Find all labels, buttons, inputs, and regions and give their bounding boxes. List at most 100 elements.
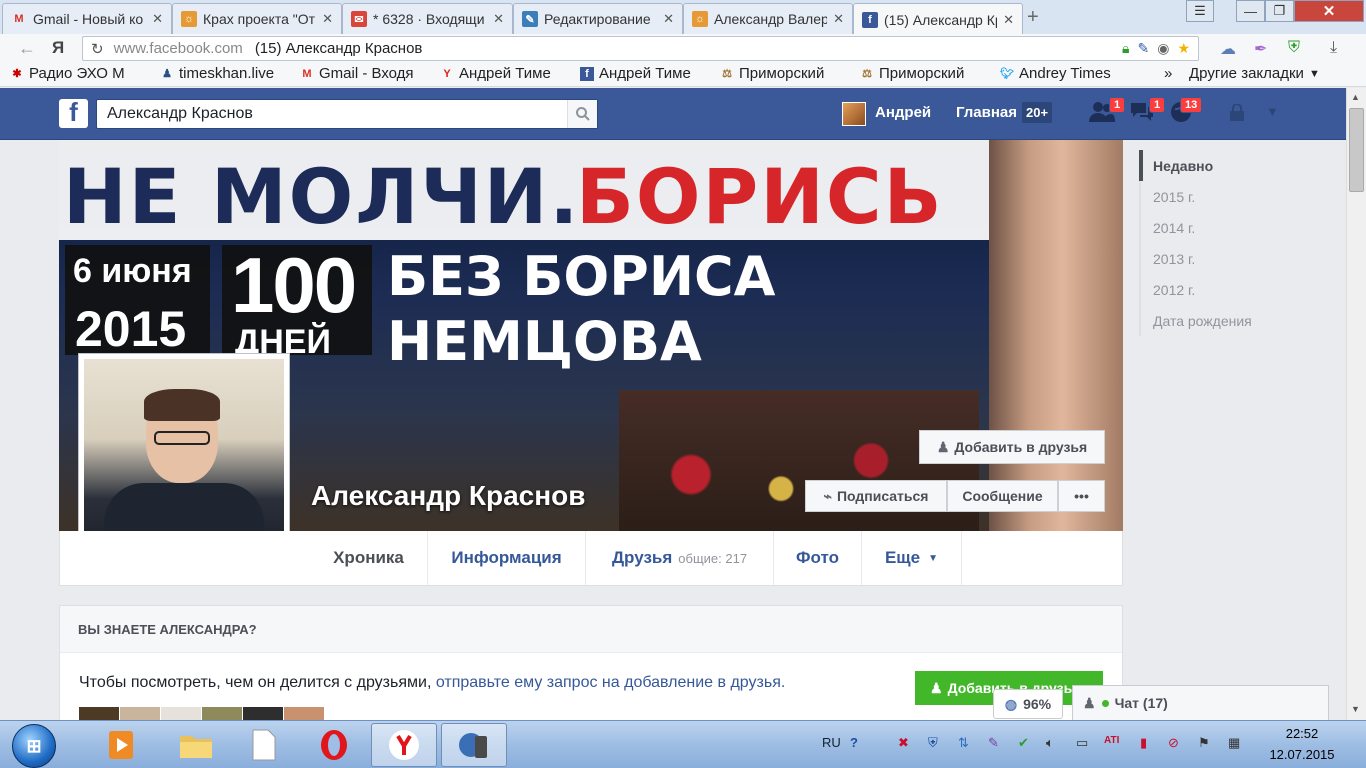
close-icon[interactable]: ✕: [152, 11, 163, 27]
new-tab-button[interactable]: +: [1027, 6, 1039, 29]
document-icon[interactable]: [233, 723, 295, 767]
network-tray-icon[interactable]: ⇅: [958, 735, 969, 751]
scrubber-2015[interactable]: 2015 г.: [1139, 181, 1279, 212]
scrubber-2012[interactable]: 2012 г.: [1139, 274, 1279, 305]
opera-icon[interactable]: [303, 723, 365, 767]
close-window-button[interactable]: ✕: [1294, 0, 1364, 22]
clock-date[interactable]: 12.07.2015: [1266, 747, 1338, 762]
blog-icon: ✎: [522, 11, 538, 27]
privacy-lock-icon[interactable]: [1228, 103, 1250, 125]
bookmark-item[interactable]: 🐦︎ Andrey Times: [1000, 65, 1128, 82]
shield-icon[interactable]: ⛨: [1288, 39, 1300, 57]
scrubber-2013[interactable]: 2013 г.: [1139, 243, 1279, 274]
bookmarks-overflow-button[interactable]: »: [1164, 65, 1172, 82]
other-bookmarks-button[interactable]: Другие закладки ▼: [1189, 65, 1320, 82]
bookmark-item[interactable]: ⚖ Приморский: [720, 65, 850, 82]
tab-alexandr[interactable]: ☼ Александр Валер ✕: [683, 3, 853, 34]
more-options-button[interactable]: •••: [1058, 480, 1105, 512]
shield-tray-icon[interactable]: ⛨: [928, 735, 938, 751]
scroll-up-icon[interactable]: ▲: [1351, 92, 1360, 102]
feather-icon[interactable]: ✒: [1254, 39, 1267, 59]
bookmark-item[interactable]: ⚖ Приморский: [860, 65, 990, 82]
ati-icon[interactable]: ATI: [1104, 735, 1119, 746]
chat-bar[interactable]: ♟ Чат (17): [1072, 685, 1329, 721]
close-icon[interactable]: ✕: [663, 11, 674, 27]
window-menu-button[interactable]: ☰: [1186, 0, 1214, 22]
search-button[interactable]: [567, 100, 597, 128]
antivirus-icon[interactable]: ✖: [898, 735, 909, 751]
tab-photos[interactable]: Фото: [774, 531, 862, 585]
close-icon[interactable]: ✕: [833, 11, 844, 27]
tab-krah[interactable]: ☼ Крах проекта "От ✕: [172, 3, 342, 34]
tab-about[interactable]: Информация: [428, 531, 586, 585]
message-button[interactable]: Сообщение: [947, 480, 1058, 512]
profile-name[interactable]: Александр Краснов: [311, 480, 585, 512]
bookmark-item[interactable]: f Андрей Тиме: [580, 65, 708, 82]
tab-edit[interactable]: ✎ Редактирование ✕: [513, 3, 683, 34]
mutual-friend-thumb[interactable]: [120, 707, 160, 721]
mutual-friend-thumb[interactable]: [284, 707, 324, 721]
reload-icon[interactable]: ↻: [91, 40, 104, 58]
mutual-friend-thumb[interactable]: [202, 707, 242, 721]
bookmark-item[interactable]: M Gmail - Входя: [300, 65, 428, 82]
address-bar[interactable]: ↻ www.facebook.com (15) Александр Красно…: [82, 36, 1199, 61]
windows-start-button[interactable]: ⊞: [12, 724, 56, 768]
app-tray-icon[interactable]: ✎: [988, 735, 999, 751]
close-icon[interactable]: ✕: [493, 11, 504, 27]
explorer-folder-icon[interactable]: [165, 723, 227, 767]
zoom-indicator[interactable]: ◍ 96%: [993, 689, 1063, 719]
clock-time[interactable]: 22:52: [1270, 726, 1334, 741]
subscribe-button[interactable]: ⌁ Подписаться: [805, 480, 947, 512]
volume-icon[interactable]: 🔈︎: [1046, 735, 1054, 751]
scrollbar-thumb[interactable]: [1349, 108, 1364, 192]
help-icon[interactable]: ?: [850, 735, 858, 750]
avatar[interactable]: [842, 102, 866, 126]
vertical-scrollbar[interactable]: ▲ ▼: [1346, 88, 1366, 720]
scroll-down-icon[interactable]: ▼: [1351, 704, 1360, 714]
search-input[interactable]: Александр Краснов: [96, 99, 598, 129]
cover-without-line-2: НЕМЦОВА: [387, 310, 702, 373]
send-request-link[interactable]: отправьте ему запрос на добавление в дру…: [436, 674, 785, 691]
star-icon[interactable]: ★: [1177, 40, 1190, 57]
scrubber-birth[interactable]: Дата рождения: [1139, 305, 1279, 336]
tab-more[interactable]: Еще ▼: [862, 531, 962, 585]
pen-icon[interactable]: ✎: [1137, 40, 1149, 57]
tab-gmail[interactable]: M Gmail - Новый ко ✕: [2, 3, 172, 34]
bookmark-item[interactable]: Y Андрей Тиме: [440, 65, 568, 82]
monitor-icon[interactable]: ▭: [1076, 735, 1088, 751]
no-connection-icon[interactable]: ⊘: [1168, 735, 1179, 751]
scrubber-2014[interactable]: 2014 г.: [1139, 212, 1279, 243]
yandex-browser-icon[interactable]: [371, 723, 437, 767]
mutual-friend-thumb[interactable]: [161, 707, 201, 721]
media-player-icon[interactable]: [90, 723, 152, 767]
tab-facebook[interactable]: f (15) Александр Кр ✕: [853, 3, 1023, 35]
language-indicator[interactable]: RU: [822, 735, 841, 750]
tab-timeline[interactable]: Хроника: [310, 531, 428, 585]
cloud-icon[interactable]: ☁: [1220, 39, 1236, 59]
download-icon[interactable]: ⤓: [1330, 39, 1337, 57]
nav-home[interactable]: Главная: [956, 104, 1017, 121]
back-arrow-icon[interactable]: ←: [18, 38, 36, 59]
add-friend-button[interactable]: ♟ Добавить в друзья: [919, 430, 1105, 464]
yandex-button[interactable]: Я: [52, 38, 64, 58]
maximize-button[interactable]: ❐: [1265, 0, 1294, 22]
account-menu-chevron-icon[interactable]: ▼: [1266, 104, 1279, 119]
close-icon[interactable]: ✕: [322, 11, 333, 27]
mutual-friend-thumb[interactable]: [243, 707, 283, 721]
minimize-button[interactable]: —: [1236, 0, 1265, 22]
mutual-friend-thumb[interactable]: [79, 707, 119, 721]
lightbulb-icon[interactable]: ◉: [1157, 40, 1169, 57]
scrubber-recent[interactable]: Недавно: [1139, 150, 1279, 181]
battery-icon[interactable]: ▮: [1140, 735, 1147, 751]
facebook-logo-icon[interactable]: f: [59, 99, 88, 128]
bookmark-item[interactable]: ♟ timeskhan.live: [160, 65, 290, 82]
tab-inbox[interactable]: ✉ * 6328 · Входящи ✕: [342, 3, 513, 34]
check-tray-icon[interactable]: ✔: [1018, 735, 1029, 751]
phone-globe-icon[interactable]: [441, 723, 507, 767]
tab-friends[interactable]: Друзья общие: 217: [586, 531, 774, 585]
bookmark-item[interactable]: ✱ Радио ЭХО М: [10, 65, 150, 82]
nav-user-name[interactable]: Андрей: [875, 104, 931, 121]
flag-icon[interactable]: ⚑: [1198, 735, 1210, 751]
network-icon[interactable]: ▦: [1228, 735, 1240, 751]
close-icon[interactable]: ✕: [1003, 12, 1014, 28]
